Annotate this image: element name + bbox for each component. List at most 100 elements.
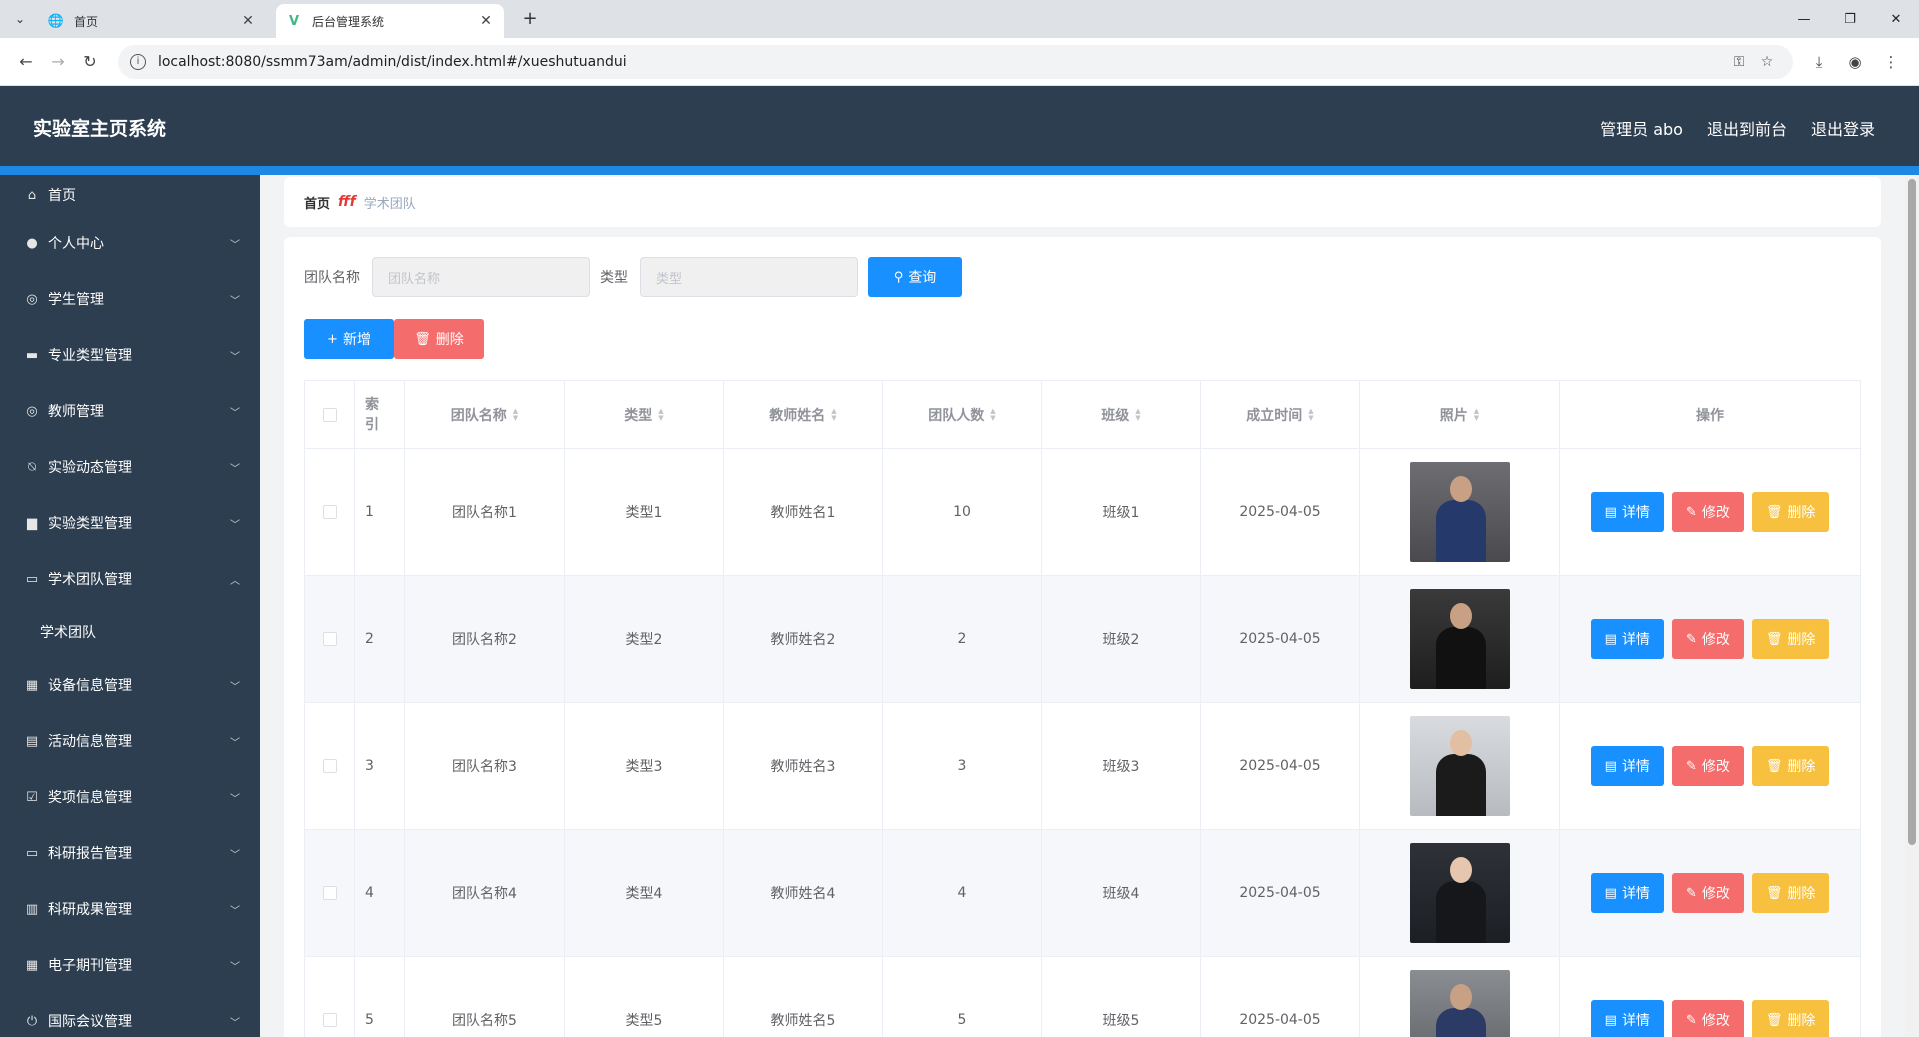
add-button[interactable]: + 新增 <box>304 319 394 359</box>
sidebar-item-equipment[interactable]: ▦ 设备信息管理 ﹀ <box>0 657 260 713</box>
sort-caret-icon[interactable]: ▲ ▼ <box>513 407 518 422</box>
header-team-name[interactable]: 团队名称 ▲ ▼ <box>405 381 565 448</box>
browser-tab-admin[interactable]: V 后台管理系统 ✕ <box>276 4 504 38</box>
detail-label: 详情 <box>1621 886 1650 902</box>
sidebar-item-personal[interactable]: ● 个人中心 ﹀ <box>0 215 260 271</box>
sort-caret-icon[interactable]: ▲ ▼ <box>831 407 836 422</box>
sort-caret-icon[interactable]: ▲ ▼ <box>990 407 995 422</box>
row-checkbox[interactable] <box>322 886 337 900</box>
detail-button[interactable]: ▤ 详情 <box>1590 1000 1664 1037</box>
sidebar-item-lab-news[interactable]: ⍉ 实验动态管理 ﹀ <box>0 439 260 495</box>
sidebar-item-label: 设备信息管理 <box>48 678 132 694</box>
sidebar-item-reports[interactable]: ▭ 科研报告管理 ﹀ <box>0 825 260 881</box>
forward-icon[interactable]: → <box>42 46 74 78</box>
more-menu-icon[interactable]: ⋮ <box>1873 53 1909 71</box>
sidebar-item-academic-teams[interactable]: ▭ 学术团队管理 ︿ <box>0 551 260 607</box>
detail-button[interactable]: ▤ 详情 <box>1590 873 1664 913</box>
sort-caret-icon[interactable]: ▲ ▼ <box>1474 407 1479 422</box>
type-label: 类型 <box>600 270 628 286</box>
sidebar-item-teachers[interactable]: ◎ 教师管理 ﹀ <box>0 383 260 439</box>
sidebar-item-awards[interactable]: ☑ 奖项信息管理 ﹀ <box>0 769 260 825</box>
checklist-icon: ☑ <box>26 789 38 805</box>
page-scrollbar[interactable] <box>1905 175 1919 1037</box>
chevron-down-icon: ﹀ <box>230 793 240 805</box>
edit-button[interactable]: ✎ 修改 <box>1671 492 1744 532</box>
restore-icon[interactable]: ❐ <box>1827 0 1873 38</box>
edit-button[interactable]: ✎ 修改 <box>1671 873 1744 913</box>
header-label: 班级 <box>1101 407 1130 424</box>
scrollbar-thumb[interactable] <box>1908 179 1916 845</box>
browser-tab-home[interactable]: 🌐 首页 ✕ <box>38 4 266 38</box>
password-key-icon[interactable]: ⚿ <box>1725 54 1753 70</box>
reload-icon[interactable]: ↻ <box>74 46 106 78</box>
team-photo[interactable] <box>1409 462 1510 562</box>
close-icon[interactable]: ✕ <box>478 13 494 29</box>
profile-icon[interactable]: ◉ <box>1837 53 1873 71</box>
header-class[interactable]: 班级 ▲ ▼ <box>1042 381 1201 448</box>
detail-button[interactable]: ▤ 详情 <box>1590 619 1664 659</box>
header-teacher[interactable]: 教师姓名 ▲ ▼ <box>724 381 883 448</box>
batch-delete-button[interactable]: 🗑 删除 <box>394 319 484 359</box>
row-checkbox[interactable] <box>322 505 337 519</box>
edit-button[interactable]: ✎ 修改 <box>1671 1000 1744 1037</box>
delete-button[interactable]: 🗑 删除 <box>1751 492 1830 532</box>
sidebar-item-students[interactable]: ◎ 学生管理 ﹀ <box>0 271 260 327</box>
site-info-icon[interactable]: i <box>129 53 146 70</box>
sidebar-item-label: 电子期刊管理 <box>48 958 132 974</box>
sidebar-item-conferences[interactable]: ⏻ 国际会议管理 ﹀ <box>0 993 260 1037</box>
detail-button[interactable]: ▤ 详情 <box>1590 746 1664 786</box>
select-all-checkbox[interactable] <box>322 407 337 422</box>
trash-icon: 🗑 <box>1765 758 1783 774</box>
url-field[interactable]: i localhost:8080/ssmm73am/admin/dist/ind… <box>117 44 1794 79</box>
team-photo[interactable] <box>1409 843 1510 943</box>
row-checkbox[interactable] <box>322 1013 337 1027</box>
row-checkbox[interactable] <box>322 632 337 646</box>
header-type[interactable]: 类型 ▲ ▼ <box>565 381 724 448</box>
header-date[interactable]: 成立时间 ▲ ▼ <box>1201 381 1360 448</box>
header-count[interactable]: 团队人数 ▲ ▼ <box>883 381 1042 448</box>
breadcrumb-home[interactable]: 首页 <box>304 193 330 212</box>
cell-class: 班级1 <box>1042 449 1201 575</box>
sort-caret-icon[interactable]: ▲ ▼ <box>658 407 663 422</box>
tab-search-icon[interactable]: ⌄ <box>8 8 32 30</box>
delete-button[interactable]: 🗑 删除 <box>1751 619 1830 659</box>
sidebar-item-activities[interactable]: ▤ 活动信息管理 ﹀ <box>0 713 260 769</box>
chevron-down-icon: ﹀ <box>230 961 240 973</box>
header-label: 团队人数 <box>928 407 985 424</box>
sort-caret-icon[interactable]: ▲ ▼ <box>1135 407 1140 422</box>
cell-date: 2025-04-05 <box>1201 703 1360 829</box>
row-checkbox[interactable] <box>322 759 337 773</box>
type-input[interactable]: 类型 <box>640 257 858 297</box>
close-window-icon[interactable]: ✕ <box>1873 0 1919 38</box>
delete-button[interactable]: 🗑 删除 <box>1751 873 1830 913</box>
back-icon[interactable]: ← <box>10 46 42 78</box>
sort-caret-icon[interactable]: ▲ ▼ <box>1308 407 1313 422</box>
delete-button[interactable]: 🗑 删除 <box>1751 746 1830 786</box>
sidebar-item-home[interactable]: ⌂ 首页 <box>0 175 260 215</box>
sidebar-item-journals[interactable]: ▦ 电子期刊管理 ﹀ <box>0 937 260 993</box>
sidebar-item-label: 科研成果管理 <box>48 902 132 918</box>
delete-button[interactable]: 🗑 删除 <box>1751 1000 1830 1037</box>
download-icon[interactable]: ⤓ <box>1801 53 1837 71</box>
team-photo[interactable] <box>1409 716 1510 816</box>
close-icon[interactable]: ✕ <box>240 13 256 29</box>
sidebar-item-results[interactable]: ▥ 科研成果管理 ﹀ <box>0 881 260 937</box>
bookmark-star-icon[interactable]: ☆ <box>1753 54 1781 70</box>
new-tab-icon[interactable]: + <box>518 8 542 29</box>
edit-button[interactable]: ✎ 修改 <box>1671 619 1744 659</box>
minimize-icon[interactable]: — <box>1781 0 1827 38</box>
edit-button[interactable]: ✎ 修改 <box>1671 746 1744 786</box>
breadcrumb-current: 学术团队 <box>363 196 416 212</box>
submenu-academic-team[interactable]: 学术团队 <box>0 607 260 657</box>
exit-to-front-link[interactable]: 退出到前台 <box>1707 116 1787 140</box>
team-photo[interactable] <box>1409 589 1510 689</box>
sidebar-item-major-types[interactable]: ▬ 专业类型管理 ﹀ <box>0 327 260 383</box>
query-button[interactable]: ⚲ 查询 <box>868 257 962 297</box>
edit-label: 修改 <box>1701 632 1730 648</box>
detail-button[interactable]: ▤ 详情 <box>1590 492 1664 532</box>
team-name-input[interactable]: 团队名称 <box>372 257 590 297</box>
sidebar-item-lab-types[interactable]: ▆ 实验类型管理 ﹀ <box>0 495 260 551</box>
team-photo[interactable] <box>1409 970 1510 1037</box>
logout-link[interactable]: 退出登录 <box>1811 116 1875 140</box>
header-photo[interactable]: 照片 ▲ ▼ <box>1360 381 1560 448</box>
